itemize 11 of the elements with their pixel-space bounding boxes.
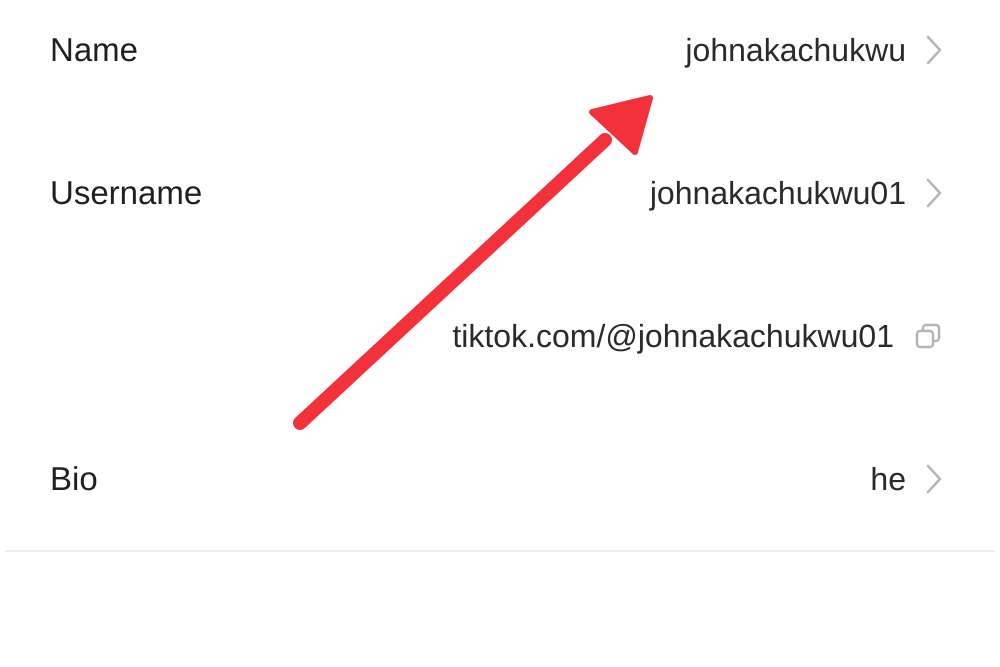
chevron-right-icon xyxy=(926,464,942,494)
chevron-right-icon xyxy=(926,34,942,64)
field-label: Username xyxy=(50,172,202,213)
field-value[interactable]: johnakachukwu xyxy=(685,26,906,74)
profile-link[interactable]: tiktok.com/@johnakachukwu01 xyxy=(452,312,894,360)
field-label: Bio xyxy=(50,458,98,499)
chevron-right-icon xyxy=(926,178,942,208)
copy-icon[interactable] xyxy=(914,322,942,350)
field-value[interactable]: he xyxy=(870,454,906,502)
field-label: Name xyxy=(50,30,138,70)
field-value[interactable]: johnakachukwu01 xyxy=(650,168,906,216)
